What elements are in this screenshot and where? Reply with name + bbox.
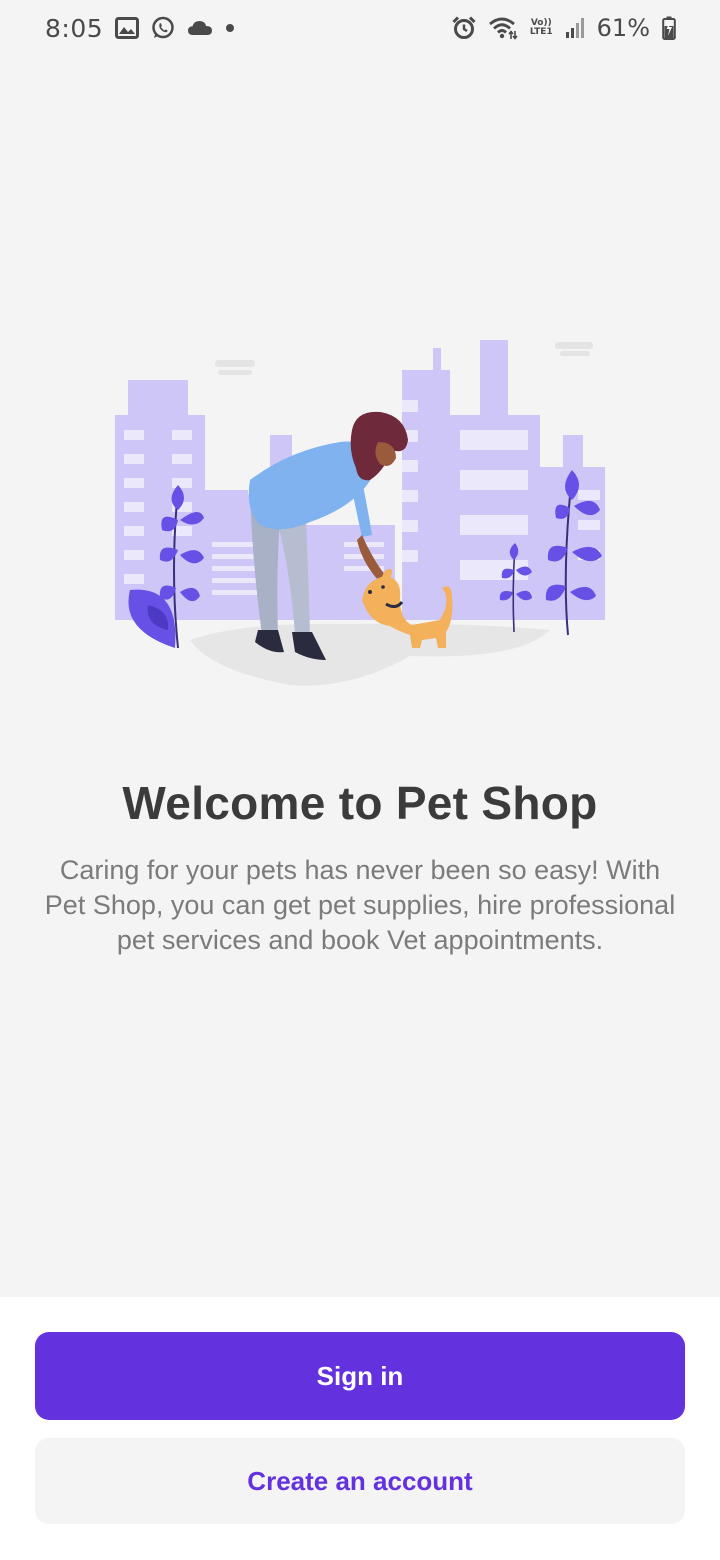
signal-icon bbox=[565, 17, 585, 39]
create-account-button[interactable]: Create an account bbox=[35, 1438, 685, 1524]
lte-icon: Vo)) LTE1 bbox=[530, 19, 553, 37]
image-icon bbox=[115, 17, 140, 39]
lte-label-bottom: LTE1 bbox=[529, 27, 553, 37]
battery-icon bbox=[662, 16, 676, 40]
welcome-description: Caring for your pets has never been so e… bbox=[44, 855, 676, 955]
status-bar: 8:05 Vo)) LTE1 61% bbox=[0, 0, 720, 56]
welcome-title: Welcome to Pet Shop bbox=[122, 777, 598, 829]
cloud-icon bbox=[187, 19, 213, 37]
status-time: 8:05 bbox=[45, 13, 104, 43]
alarm-icon bbox=[452, 16, 476, 40]
status-bar-left: 8:05 bbox=[45, 14, 235, 43]
status-bar-right: Vo)) LTE1 61% bbox=[452, 14, 676, 42]
battery-percent: 61% bbox=[596, 14, 650, 42]
whatsapp-icon bbox=[151, 16, 175, 40]
wifi-icon bbox=[488, 16, 518, 40]
bottom-actions: Sign in Create an account bbox=[0, 1297, 720, 1560]
woman-petting-dog-illustration bbox=[100, 330, 620, 700]
dot-icon bbox=[225, 23, 235, 33]
sign-in-button[interactable]: Sign in bbox=[35, 1332, 685, 1420]
